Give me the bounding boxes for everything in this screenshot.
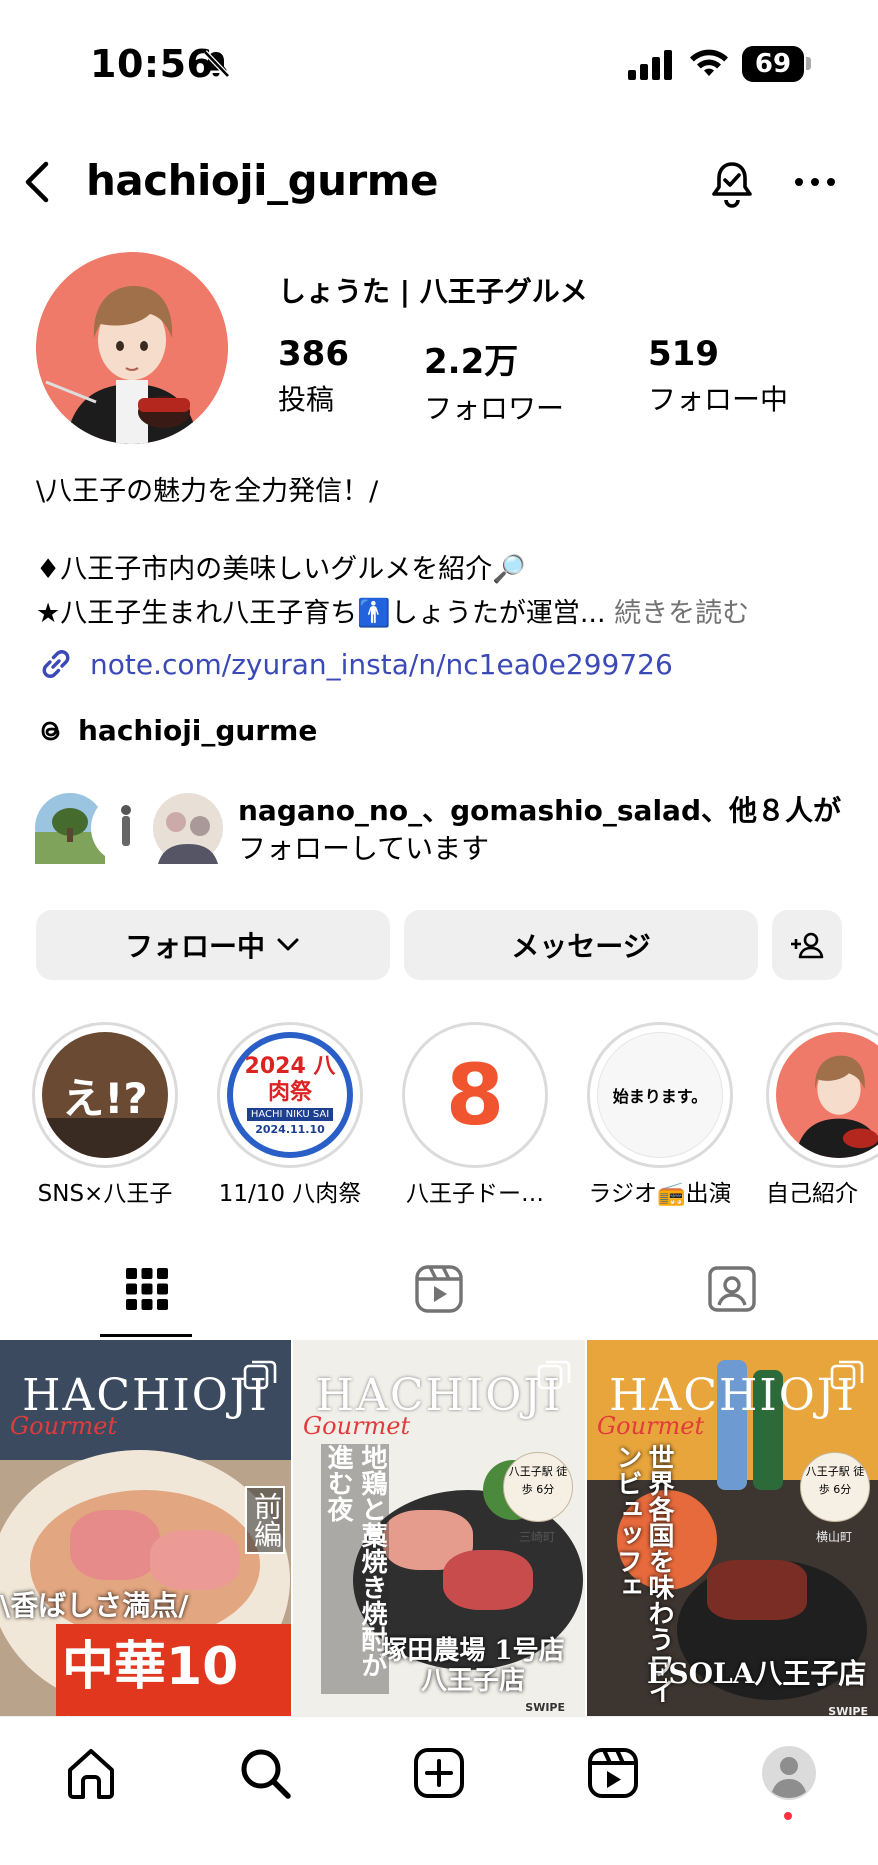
posts-stat[interactable]: 386 投稿 (278, 334, 349, 418)
cellular-signal-icon (628, 50, 672, 80)
highlight-cover (776, 1032, 878, 1158)
post-badge: 八王子駅 徒歩 6分 (503, 1452, 573, 1522)
add-user-icon (791, 932, 824, 959)
battery-cap (806, 57, 811, 70)
post-tile[interactable]: HACHIOJI Gourmet 世界各国を味わうワインビュッフェ 八王子駅 徒… (587, 1340, 878, 1720)
highlight-item[interactable]: 2024 八肉祭 HACHI NIKU SAI 2024.11.10 11/10… (217, 1022, 363, 1207)
highlight-item[interactable]: 自己紹介 (766, 1022, 878, 1207)
highlight-cover: 8 (412, 1032, 538, 1158)
bio-line: \八王子の魅力を全力発信！/ (36, 476, 379, 507)
post-tagline: \香ばしさ満点/ (0, 1589, 189, 1622)
highlight-cover: 始まります。 (597, 1032, 723, 1158)
post-tile[interactable]: HACHIOJI Gourmet 前編 \香ばしさ満点/ 中華10選 (0, 1340, 291, 1720)
bio-text: ★八王子生まれ八王子育ち🚹しょうたが運営... (36, 598, 606, 629)
highlight-label: 八王子ドー… (406, 1181, 544, 1207)
silent-mode-icon (203, 50, 230, 78)
highlight-label: 11/10 八肉祭 (218, 1181, 362, 1207)
post-area: 横山町 (815, 1530, 852, 1544)
website-url: note.com/zyuran_insta/n/nc1ea0e299726 (90, 647, 673, 681)
carousel-icon (830, 1360, 864, 1390)
notification-dot (784, 1812, 792, 1820)
website-link[interactable]: note.com/zyuran_insta/n/nc1ea0e299726 (36, 644, 673, 684)
highlight-cover-subtitle: HACHI NIKU SAI (246, 1108, 334, 1121)
highlight-item[interactable]: 8 八王子ドー… (402, 1022, 548, 1207)
chevron-down-icon (277, 938, 299, 951)
reels-tab-icon[interactable] (412, 1262, 466, 1316)
more-options-icon[interactable] (790, 160, 840, 204)
highlight-label: 自己紹介 (766, 1181, 858, 1207)
post-shop-name: ESOLA八王子店 (647, 1657, 867, 1690)
read-more-link[interactable]: 続きを読む (614, 598, 749, 629)
mutual-followers-avatars[interactable] (34, 792, 224, 864)
post-badge: 八王子駅 徒歩 6分 (800, 1452, 870, 1522)
highlight-item[interactable]: え!? SNS×八王子 (32, 1022, 178, 1207)
message-button-label: メッセージ (511, 930, 651, 963)
threads-icon (41, 721, 60, 740)
highlight-cover: え!? (42, 1032, 168, 1158)
following-button-label: フォロー中 (124, 930, 265, 963)
wifi-icon (690, 49, 728, 76)
posts-count: 386 (278, 334, 349, 374)
display-name: しょうた | 八王子グルメ (278, 275, 588, 308)
avatar-illustration (45, 286, 198, 444)
create-post-icon[interactable] (410, 1744, 468, 1802)
bio-line: ♦八王子市内の美味しいグルメを紹介🔎 (36, 554, 526, 585)
threads-badge[interactable]: hachioji_gurme (36, 714, 317, 747)
back-icon[interactable] (18, 158, 58, 206)
highlight-cover-text: 8 (445, 1046, 505, 1144)
highlight-label: SNS×八王子 (37, 1181, 173, 1207)
threads-handle: hachioji_gurme (78, 714, 318, 747)
notification-bell-icon[interactable] (704, 156, 760, 212)
message-button[interactable]: メッセージ (404, 910, 758, 980)
following-count: 519 (648, 334, 719, 374)
mutual-followers-text[interactable]: nagano_no_、gomashio_salad、他８人が フォローしています (238, 792, 841, 868)
grid-tab-icon[interactable] (120, 1262, 174, 1316)
avatar-illustration (795, 1055, 878, 1158)
highlight-cover-text: 2024 八肉祭 (244, 1054, 336, 1105)
profile-avatar[interactable] (36, 252, 228, 444)
highlight-cover-date: 2024.11.10 (255, 1123, 325, 1136)
search-icon[interactable] (236, 1744, 294, 1802)
link-icon (42, 650, 70, 678)
post-side-label: 前編 (245, 1486, 285, 1554)
post-shop-name: 塚田農場 1号店八王子店 (381, 1636, 565, 1696)
highlight-cover-text: 始まります。 (612, 1087, 708, 1106)
post-subtitle: Gourmet (10, 1412, 118, 1440)
profile-avatar-icon[interactable] (760, 1744, 818, 1802)
highlight-cover-text: え!? (62, 1073, 148, 1123)
bio-line: ★八王子生まれ八王子育ち🚹しょうたが運営... 続きを読む (36, 596, 749, 632)
highlight-cover: 2024 八肉祭 HACHI NIKU SAI 2024.11.10 (227, 1032, 353, 1158)
post-headline: 中華10選 (56, 1624, 291, 1720)
profile-username: hachioji_gurme (86, 156, 439, 205)
status-time: 10:56 (90, 42, 214, 86)
following-stat[interactable]: 519 フォロー中 (648, 334, 788, 418)
active-tab-indicator (100, 1334, 192, 1337)
post-subtitle: Gourmet (303, 1412, 411, 1440)
carousel-icon (537, 1360, 571, 1390)
post-subtitle: Gourmet (597, 1412, 705, 1440)
followers-stat[interactable]: 2.2万 フォロワー (424, 334, 564, 427)
following-button[interactable]: フォロー中 (36, 910, 390, 980)
mutual-names: nagano_no_、gomashio_salad、他８人が (238, 794, 841, 827)
suggest-users-button[interactable] (772, 910, 842, 980)
post-swipe-label: SWIPE (525, 1701, 565, 1714)
tagged-tab-icon[interactable] (705, 1262, 759, 1316)
post-area: 三崎町 (518, 1530, 555, 1544)
highlight-label: ラジオ📻出演 (588, 1181, 732, 1207)
followers-count: 2.2万 (424, 342, 519, 382)
followers-label: フォロワー (424, 392, 565, 425)
battery-indicator: 69 (742, 46, 804, 82)
carousel-icon (243, 1360, 277, 1390)
mutual-suffix: フォローしています (238, 832, 490, 865)
home-icon[interactable] (62, 1744, 120, 1802)
highlight-item[interactable]: 始まります。 ラジオ📻出演 (587, 1022, 733, 1207)
post-tile[interactable]: HACHIOJI Gourmet 地鶏と藁焼き焼酎が進む夜 八王子駅 徒歩 6分… (293, 1340, 585, 1720)
reels-icon[interactable] (584, 1744, 642, 1802)
following-label: フォロー中 (648, 383, 789, 416)
posts-label: 投稿 (278, 383, 335, 416)
